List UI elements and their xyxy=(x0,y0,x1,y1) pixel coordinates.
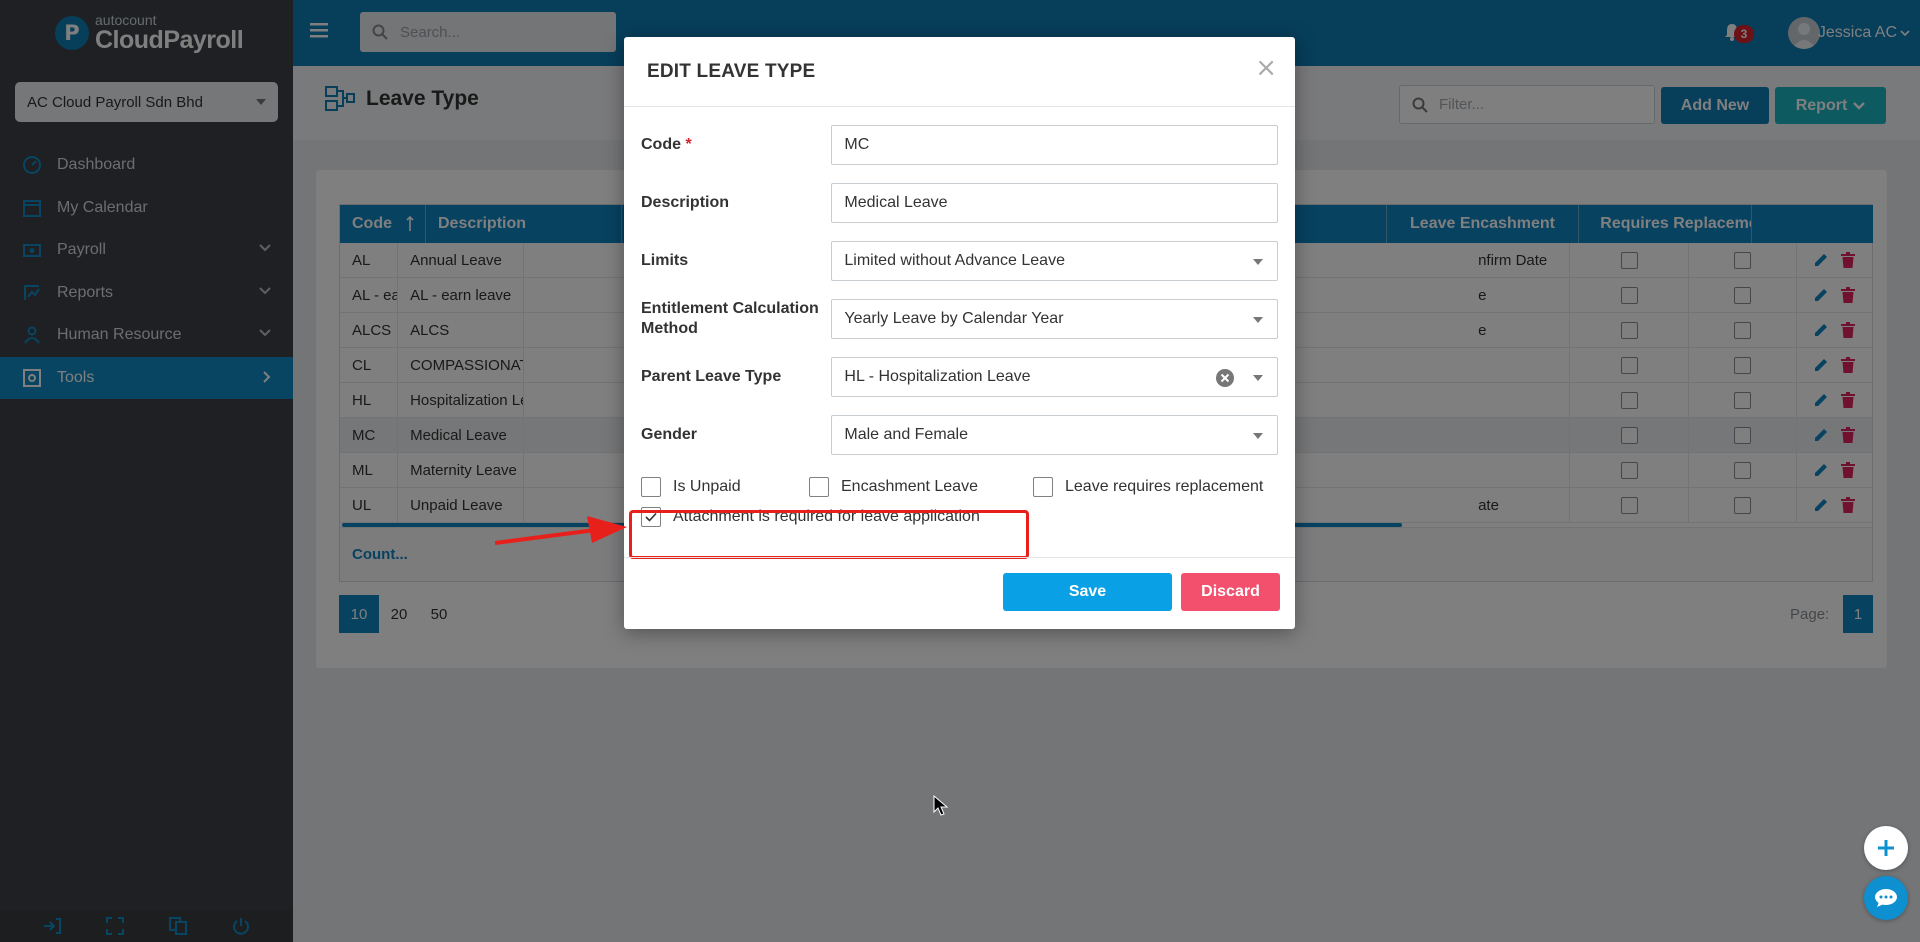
annotation-arrow-icon xyxy=(495,516,627,545)
save-button[interactable]: Save xyxy=(1003,573,1172,611)
discard-button[interactable]: Discard xyxy=(1181,573,1280,611)
entitlement-select[interactable]: Yearly Leave by Calendar Year xyxy=(831,299,1278,339)
chat-button[interactable] xyxy=(1864,876,1908,920)
is-unpaid-checkbox[interactable]: Is Unpaid xyxy=(641,477,809,497)
parent-leave-type-select[interactable]: HL - Hospitalization Leave xyxy=(831,357,1278,397)
chat-icon xyxy=(1875,889,1897,907)
gender-label: Gender xyxy=(641,426,698,443)
required-marker: * xyxy=(685,136,692,153)
leave-type-form: Code * MC Description Medical Leave Limi… xyxy=(624,107,1295,527)
checkbox-box[interactable] xyxy=(809,477,829,497)
mouse-cursor-icon xyxy=(933,795,949,816)
edit-leave-type-dialog: EDIT LEAVE TYPE × Code * MC Description … xyxy=(624,37,1295,629)
dropdown-caret-icon xyxy=(1253,317,1263,323)
encashment-leave-checkbox[interactable]: Encashment Leave xyxy=(809,477,1033,497)
dialog-header: EDIT LEAVE TYPE × xyxy=(624,37,1295,107)
annotation-highlight-box xyxy=(629,510,1029,559)
dialog-footer: Save Discard xyxy=(624,557,1295,629)
code-field[interactable]: MC xyxy=(831,125,1278,165)
close-icon[interactable]: × xyxy=(1255,55,1277,81)
gender-select[interactable]: Male and Female xyxy=(831,415,1278,455)
limits-select[interactable]: Limited without Advance Leave xyxy=(831,241,1278,281)
quick-add-button[interactable] xyxy=(1864,826,1908,870)
description-field[interactable]: Medical Leave xyxy=(831,183,1278,223)
limits-label: Limits xyxy=(641,252,689,269)
dropdown-caret-icon xyxy=(1253,375,1263,381)
leave-requires-replacement-checkbox[interactable]: Leave requires replacement xyxy=(1033,477,1263,497)
description-label: Description xyxy=(641,194,730,211)
dialog-title: EDIT LEAVE TYPE xyxy=(647,60,816,82)
dropdown-caret-icon xyxy=(1253,433,1263,439)
code-label: Code * xyxy=(641,136,692,153)
plus-icon xyxy=(1878,840,1894,856)
parent-leave-type-label: Parent Leave Type xyxy=(641,368,782,385)
checkbox-box[interactable] xyxy=(1033,477,1053,497)
checkbox-box[interactable] xyxy=(641,477,661,497)
clear-icon[interactable] xyxy=(1215,368,1235,388)
dropdown-caret-icon xyxy=(1253,259,1263,265)
entitlement-label: Entitlement Calculation Method xyxy=(641,300,819,337)
